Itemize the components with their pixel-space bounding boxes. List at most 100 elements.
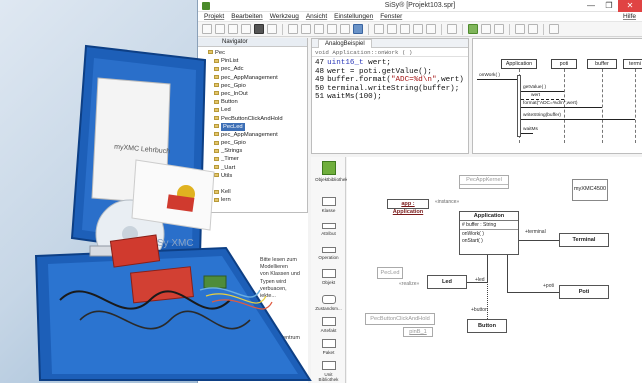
tree-item[interactable]: PinList <box>208 57 307 65</box>
book-icon[interactable] <box>549 24 559 34</box>
tree-item[interactable]: pec_AppManagement <box>208 74 307 82</box>
class-led[interactable]: Led <box>427 275 467 289</box>
print-icon[interactable] <box>241 24 251 34</box>
description-body-line: Das Klassen-Diagramm steht im Zentrum de… <box>201 334 300 348</box>
zoom-out-icon[interactable] <box>327 24 337 34</box>
tree-item[interactable]: Led <box>208 106 307 114</box>
class-application[interactable]: Application # buffer : String onWork( ) … <box>459 211 519 255</box>
tree-item[interactable]: Kell <box>208 188 307 196</box>
description-heading: Vorlagen für AVR-Sprache <box>201 320 271 327</box>
lifeline-terminal[interactable]: termi <box>623 59 642 69</box>
new-icon[interactable] <box>202 24 212 34</box>
tool-unit-bibliothek[interactable]: Unit Bibliothek <box>315 361 342 382</box>
menu-werkzeug[interactable]: Werkzeug <box>270 12 299 21</box>
tool-objektbibliothek[interactable]: Objektbibliothek <box>315 161 348 182</box>
unit-library-icon <box>321 361 336 370</box>
sequence-diagram: Application poti buffer termi onWork( ) … <box>472 38 642 154</box>
package-myxmc[interactable]: myXMC4500 <box>572 179 608 201</box>
message-arrow <box>521 91 564 92</box>
align-icon[interactable] <box>413 24 423 34</box>
folder-icon <box>214 66 219 71</box>
message-label: format("ADC=%d\n",wert) <box>523 101 578 106</box>
lifeline-poti[interactable]: poti <box>551 59 577 69</box>
case-lid-inner <box>82 58 196 246</box>
title-bar: SiSy® [Projekt103.spr] — ❐ ✕ <box>198 0 642 12</box>
toolbar-separator <box>509 23 510 35</box>
tool-klasse[interactable]: Klasse <box>315 197 342 213</box>
class-pecbuttonclickandhold[interactable]: PecButtonClickAndHold <box>365 313 435 325</box>
save-icon[interactable] <box>228 24 238 34</box>
object-app[interactable]: app : Application <box>387 199 429 215</box>
tree-item-selected[interactable]: PecLed <box>208 122 307 131</box>
cd-label: SiSy XMC <box>148 238 194 249</box>
zoom-fit-icon[interactable] <box>340 24 350 34</box>
navigator-tab[interactable]: Navigator <box>198 38 307 47</box>
tree-item[interactable]: Button <box>208 98 307 106</box>
tree-item[interactable]: _Timer <box>208 155 307 163</box>
menu-projekt[interactable]: Projekt <box>204 12 224 21</box>
tree-item[interactable]: lern <box>208 196 307 204</box>
grid-icon[interactable] <box>426 24 436 34</box>
tree-item[interactable]: Pec <box>208 49 307 57</box>
delete-icon[interactable] <box>400 24 410 34</box>
tree-item[interactable]: pec_Gpio <box>208 82 307 90</box>
tree-item[interactable]: _Uart <box>208 164 307 172</box>
lifeline-buffer[interactable]: buffer <box>587 59 617 69</box>
undo-icon[interactable] <box>288 24 298 34</box>
lifeline-application[interactable]: Application <box>501 59 537 69</box>
redo-icon[interactable] <box>301 24 311 34</box>
minimize-button[interactable]: — <box>582 0 600 12</box>
object-pinb1[interactable]: pinB_1 <box>403 327 433 337</box>
description-body-line: objektorientierten Modellierung. Es <box>201 349 285 356</box>
menu-einstellungen[interactable]: Einstellungen <box>334 12 373 21</box>
menu-fenster[interactable]: Fenster <box>380 12 402 21</box>
cut-icon[interactable] <box>267 24 277 34</box>
editor-tab[interactable]: AnalogBeispiel <box>318 39 372 48</box>
cd-hole <box>122 226 138 242</box>
tree-item[interactable]: Utils <box>208 172 307 180</box>
text-icon[interactable] <box>494 24 504 34</box>
folder-icon <box>214 115 219 120</box>
tree-item[interactable]: PecButtonClickAndHold <box>208 115 307 123</box>
maximize-button[interactable]: ❐ <box>600 0 618 12</box>
link-icon[interactable] <box>447 24 457 34</box>
tool-artefakt[interactable]: Artefakt <box>315 317 342 333</box>
tool-objekt[interactable]: Objekt <box>315 269 342 285</box>
menu-ansicht[interactable]: Ansicht <box>306 12 327 21</box>
folder-icon <box>214 58 219 63</box>
open-icon[interactable] <box>215 24 225 34</box>
window-title: SiSy® [Projekt103.spr] <box>384 2 456 9</box>
tree-item[interactable]: pec_InOut <box>208 90 307 98</box>
class-pecappkernel[interactable]: PecAppKernel <box>459 175 509 189</box>
tool-attribut[interactable]: Attribut <box>315 223 342 236</box>
tree-item[interactable] <box>208 180 307 188</box>
class-poti[interactable]: Poti <box>559 285 609 299</box>
copy-icon[interactable] <box>374 24 384 34</box>
tree-item[interactable]: _Strings <box>208 147 307 155</box>
tree-item[interactable]: pec_Gpio <box>208 139 307 147</box>
tool-operation[interactable]: Operation <box>315 247 342 260</box>
zoom-in-icon[interactable] <box>314 24 324 34</box>
tree-item[interactable]: pec_AppManagement <box>208 131 307 139</box>
association-line <box>507 255 508 292</box>
tool-paket[interactable]: Paket <box>315 339 342 355</box>
build-icon[interactable] <box>468 24 478 34</box>
menu-hilfe[interactable]: Hilfe <box>623 12 636 22</box>
font-icon[interactable] <box>481 24 491 34</box>
menu-bearbeiten[interactable]: Bearbeiten <box>231 12 262 21</box>
code-line: 48 wert = poti.getValue(); <box>315 67 432 76</box>
message-label: wert <box>531 93 541 98</box>
paste-icon[interactable] <box>387 24 397 34</box>
properties-icon[interactable] <box>515 24 525 34</box>
close-button[interactable]: ✕ <box>618 0 642 12</box>
tree-item[interactable]: pec_Adc <box>208 65 307 73</box>
tool-zustandsmaschine[interactable]: Zustandsm... <box>315 295 342 311</box>
code-area[interactable]: 47 uint16_t wert; 48 wert = poti.getValue(… <box>312 57 468 104</box>
binoculars-icon[interactable] <box>254 24 264 34</box>
class-pecled[interactable]: PecLed <box>377 267 403 279</box>
class-terminal[interactable]: Terminal <box>559 233 609 247</box>
table-icon[interactable] <box>528 24 538 34</box>
class-attribute: # buffer : String <box>460 221 518 230</box>
arrow-icon[interactable] <box>353 24 363 34</box>
class-button[interactable]: Button <box>467 319 507 333</box>
